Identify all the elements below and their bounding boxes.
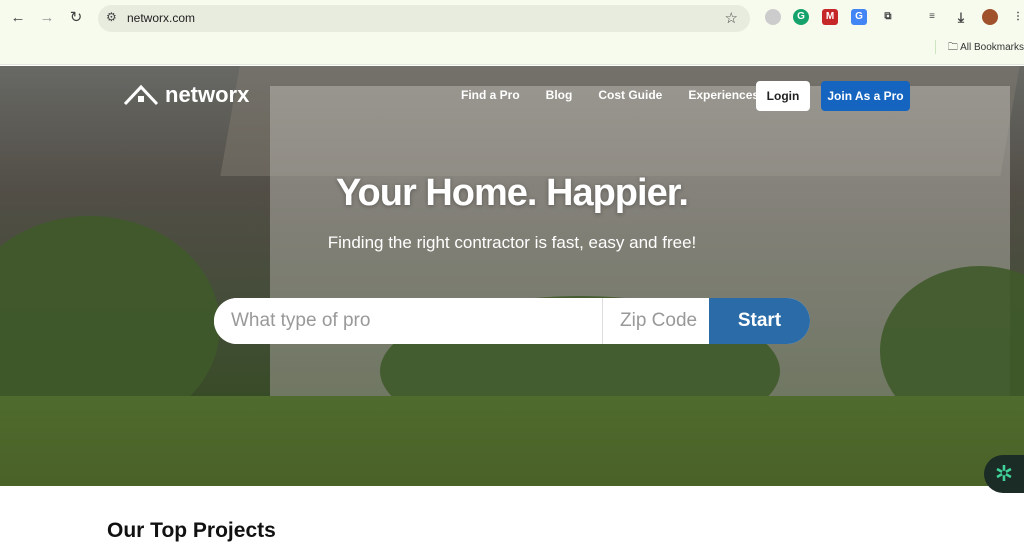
hero-title: Your Home. Happier. bbox=[336, 172, 689, 214]
all-bookmarks[interactable]: All Bookmarks bbox=[960, 42, 1024, 53]
hero-subtitle: Finding the right contractor is fast, ea… bbox=[327, 233, 697, 252]
translate-icon[interactable]: G bbox=[851, 9, 867, 25]
extension-icon[interactable] bbox=[765, 9, 781, 25]
section-title: Our Top Projects bbox=[107, 519, 276, 542]
nav-cost-guide[interactable]: Cost Guide bbox=[598, 88, 662, 102]
address-bar[interactable]: ⚙ networx.com ☆ bbox=[98, 5, 750, 32]
zip-code-input[interactable] bbox=[603, 298, 709, 344]
site-settings-icon[interactable]: ⚙ bbox=[106, 10, 117, 24]
folder-icon: 🗀 bbox=[947, 42, 958, 53]
bookmarks-bar[interactable]: 🗀 All Bookmarks bbox=[934, 40, 1024, 57]
extensions-puzzle-icon[interactable]: ⧉ bbox=[880, 9, 896, 25]
forward-icon[interactable]: → bbox=[37, 8, 57, 28]
hero-photo-lawn bbox=[0, 396, 1024, 486]
login-button[interactable]: Login bbox=[756, 81, 810, 111]
join-as-pro-button[interactable]: Join As a Pro bbox=[821, 81, 910, 111]
bookmark-star-icon[interactable]: ☆ bbox=[725, 9, 738, 27]
house-logo-icon bbox=[123, 84, 159, 106]
nav-experiences[interactable]: Experiences bbox=[688, 88, 759, 102]
avatar[interactable] bbox=[982, 9, 998, 25]
search-bar: … Start bbox=[214, 298, 810, 344]
logo-text: networx bbox=[165, 82, 250, 107]
reading-list-icon[interactable]: ≡ bbox=[924, 9, 940, 25]
hero-section: networx Find a Pro Blog Cost Guide Exper… bbox=[0, 66, 1024, 486]
browser-toolbar: ← → ↻ ⚙ networx.com ☆ G M G ⧉ ≡ ⤓ ⋮ 🗀 Al… bbox=[0, 0, 1024, 65]
back-icon[interactable]: ← bbox=[8, 8, 28, 28]
start-button[interactable]: Start bbox=[709, 298, 810, 344]
url-text: networx.com bbox=[127, 11, 196, 25]
main-nav: Find a Pro Blog Cost Guide Experiences bbox=[461, 88, 759, 102]
mcafee-icon[interactable]: M bbox=[822, 9, 838, 25]
networx-logo[interactable]: networx bbox=[123, 82, 249, 108]
nav-blog[interactable]: Blog bbox=[546, 88, 573, 102]
pro-type-input[interactable] bbox=[214, 298, 603, 344]
menu-icon[interactable]: ⋮ bbox=[1010, 9, 1024, 25]
assistant-icon[interactable]: ✲ bbox=[984, 455, 1024, 493]
nav-find-a-pro[interactable]: Find a Pro bbox=[461, 88, 520, 102]
grammarly-icon[interactable]: G bbox=[793, 9, 809, 25]
download-icon[interactable]: ⤓ bbox=[953, 9, 969, 25]
reload-icon[interactable]: ↻ bbox=[66, 8, 86, 28]
